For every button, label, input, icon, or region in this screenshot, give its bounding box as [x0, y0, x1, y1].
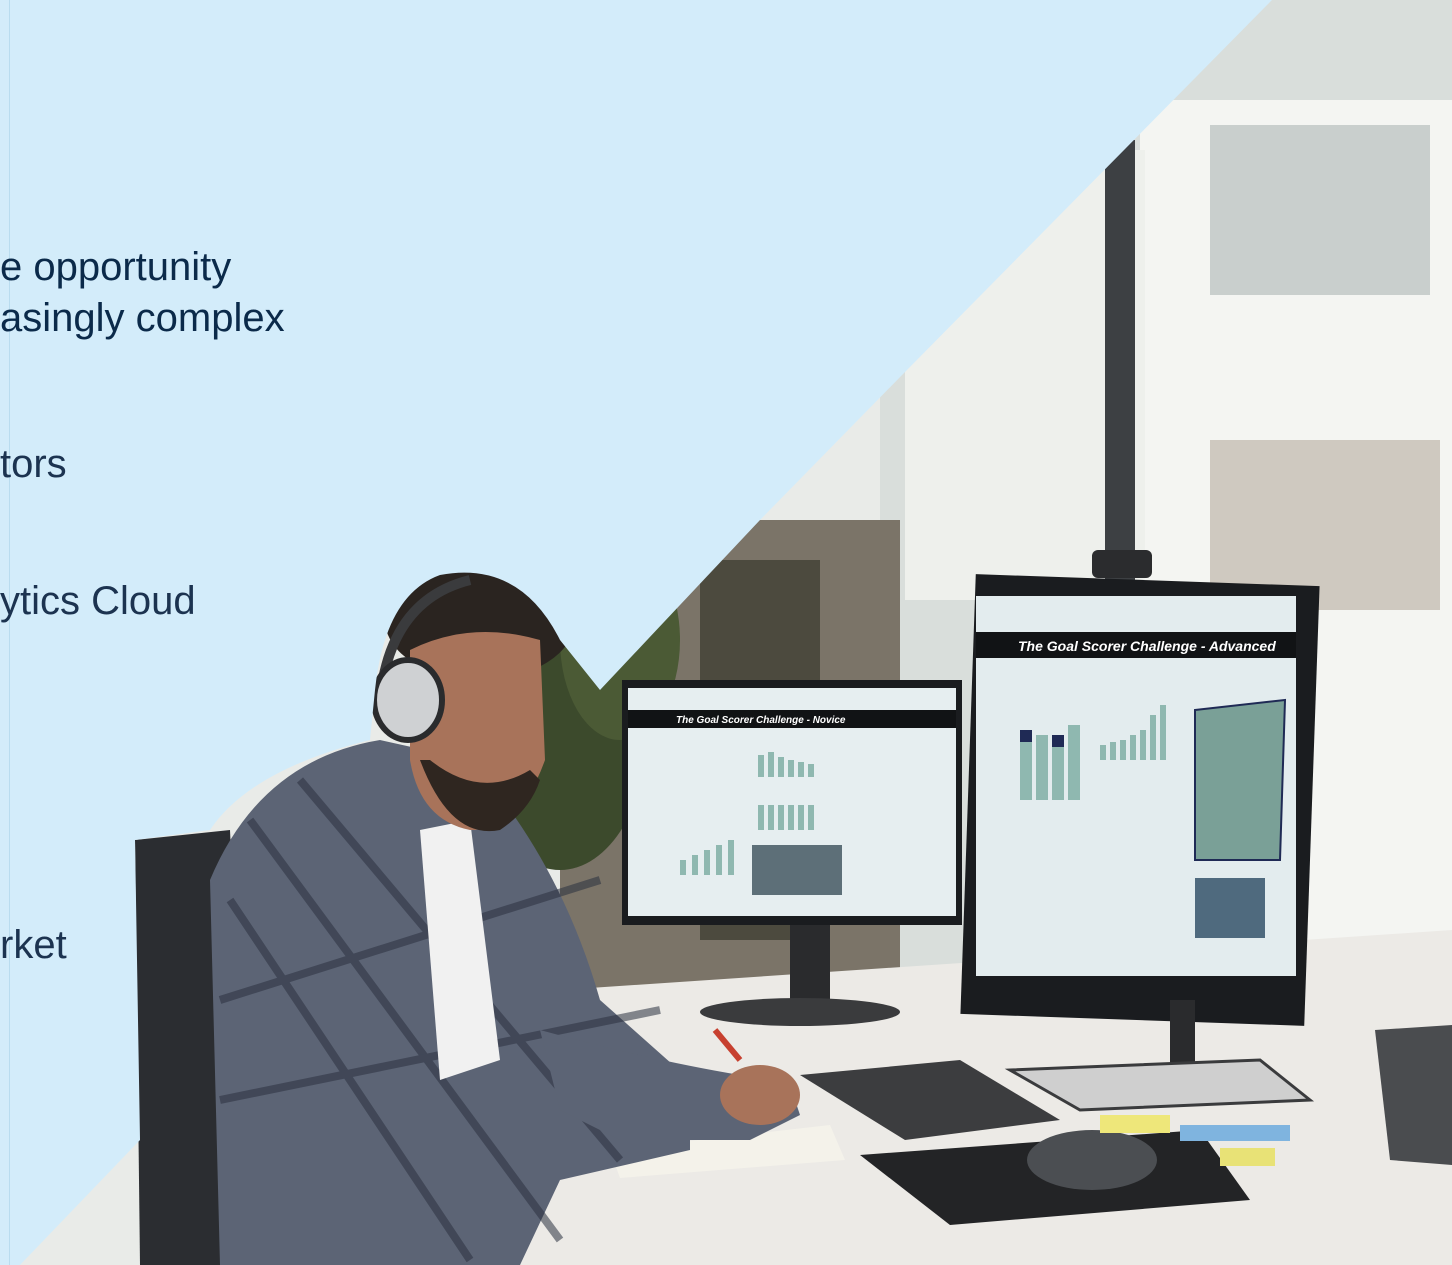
- slide-canvas: The Goal Scorer Challenge - Novice The G…: [0, 0, 1452, 1265]
- left-edge-divider: [9, 0, 10, 1265]
- blue-triangle: [0, 0, 1272, 1265]
- slide-text-line-2: asingly complex: [0, 296, 285, 340]
- slide-text-line-3: tors: [0, 442, 67, 486]
- slide-text-line-4: ytics Cloud: [0, 579, 196, 623]
- diagonal-blue-panel: [0, 0, 1272, 1265]
- slide-text-line-5: rket: [0, 923, 67, 967]
- slide-text-line-1: e opportunity: [0, 245, 232, 289]
